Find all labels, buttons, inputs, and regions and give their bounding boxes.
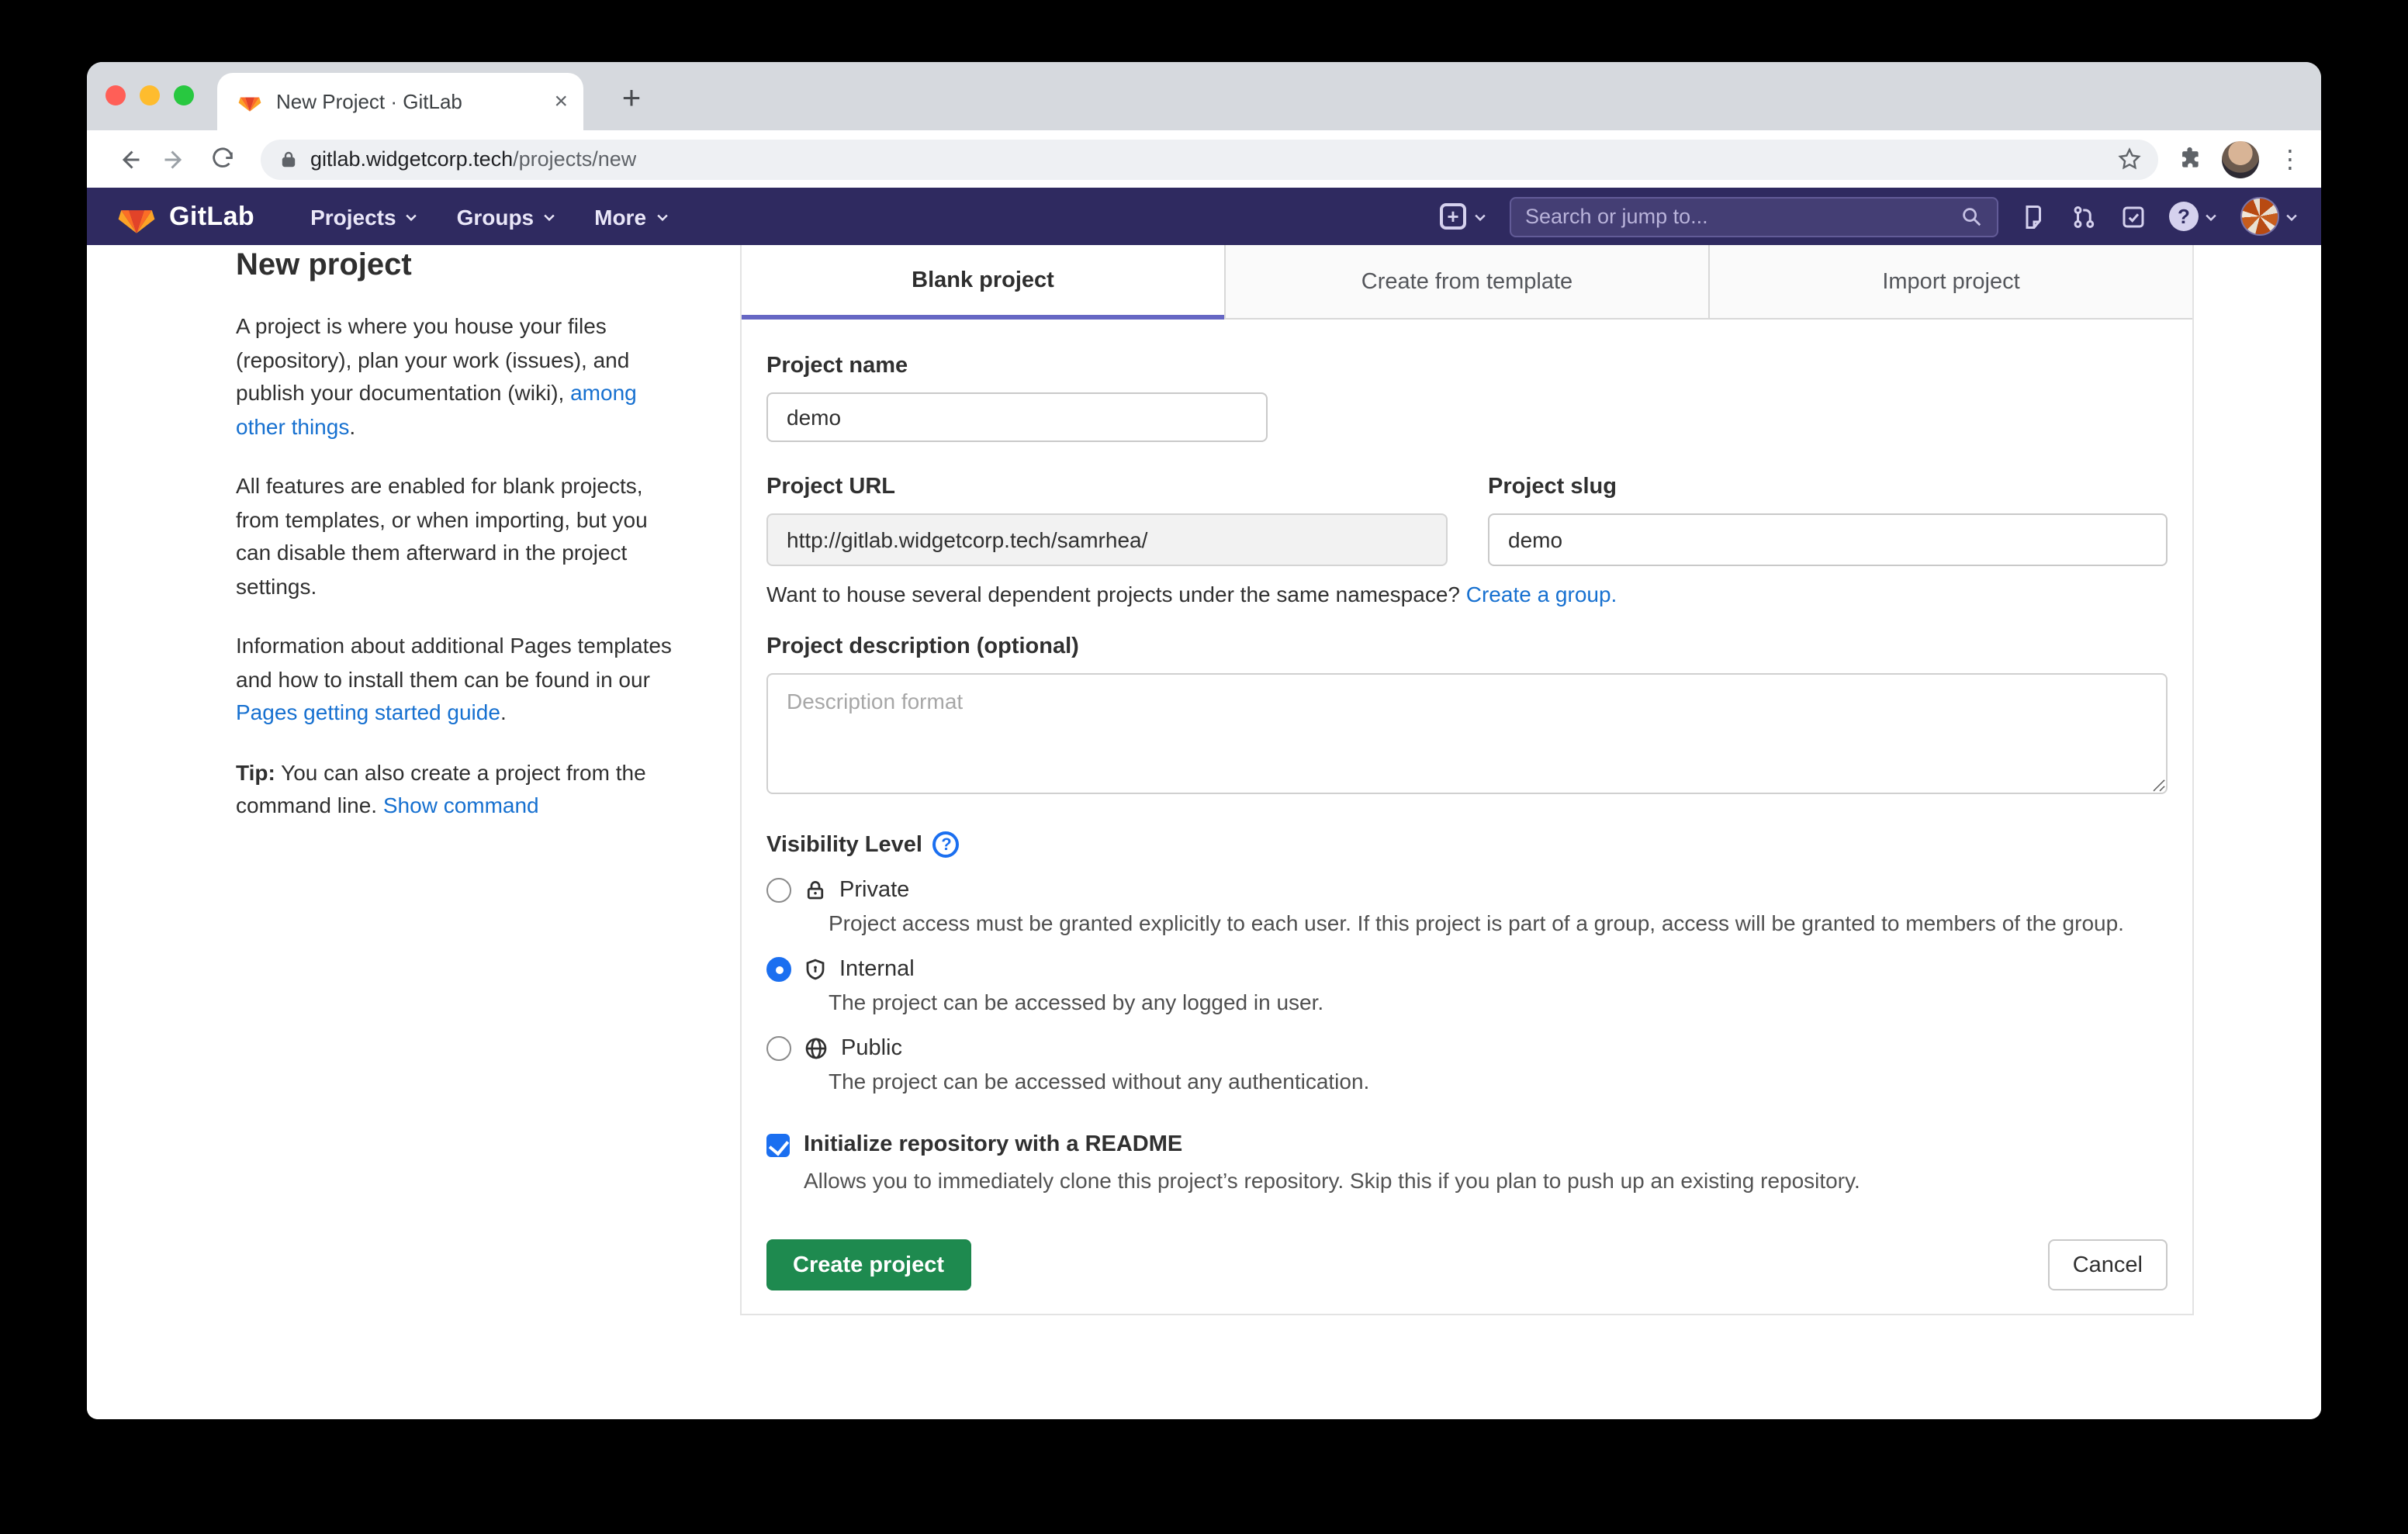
chevron-down-icon	[2203, 209, 2219, 224]
extensions-icon[interactable]	[2177, 146, 2203, 172]
url-text: gitlab.widgetcorp.tech/projects/new	[310, 147, 636, 171]
project-description-textarea[interactable]	[766, 673, 2168, 794]
nav-menu-projects[interactable]: Projects	[295, 192, 435, 241]
page-title: New project	[236, 248, 672, 284]
gitlab-logo[interactable]	[116, 198, 157, 235]
browser-tab-strip: New Project · GitLab × +	[87, 62, 2321, 130]
gitlab-favicon	[237, 90, 262, 113]
visibility-option-private: Private Project access must be granted e…	[766, 878, 2168, 940]
user-avatar	[2240, 197, 2279, 236]
visibility-level-label: Visibility Level	[766, 832, 922, 857]
lock-icon	[279, 148, 298, 170]
project-url-label: Project URL	[766, 475, 1448, 499]
window-controls[interactable]	[106, 85, 194, 105]
project-name-label: Project name	[766, 354, 2168, 378]
tab-create-from-template[interactable]: Create from template	[1224, 245, 1708, 320]
url-path: /projects/new	[513, 147, 636, 171]
internal-radio[interactable]	[766, 957, 791, 982]
show-command-link[interactable]: Show command	[383, 793, 539, 817]
sidebar-explainer: New project A project is where you house…	[236, 248, 672, 849]
browser-menu-icon[interactable]: ⋮	[2278, 143, 2302, 174]
refresh-button[interactable]	[202, 146, 242, 172]
gitlab-navbar: GitLab Projects Groups More +	[87, 188, 2321, 245]
refresh-icon	[209, 146, 235, 172]
search-icon	[1960, 205, 1983, 228]
nav-menu-groups[interactable]: Groups	[441, 192, 573, 241]
private-radio[interactable]	[766, 878, 791, 903]
search-input[interactable]	[1525, 205, 1947, 228]
sidebar-paragraph: A project is where you house your files …	[236, 310, 672, 444]
chevron-down-icon	[404, 209, 420, 224]
namespace-helper: Want to house several dependent projects…	[766, 582, 2168, 606]
forward-button[interactable]	[155, 145, 195, 173]
plus-icon: +	[1440, 203, 1466, 230]
browser-tab[interactable]: New Project · GitLab ×	[217, 73, 583, 130]
browser-profile-avatar[interactable]	[2222, 140, 2259, 178]
close-window-button[interactable]	[106, 85, 126, 105]
zoom-window-button[interactable]	[174, 85, 194, 105]
page-content: New project A project is where you house…	[87, 245, 2321, 1419]
visibility-option-internal: Internal The project can be accessed by …	[766, 957, 2168, 1019]
readme-section: Initialize repository with a README Allo…	[766, 1132, 2168, 1193]
pages-guide-link[interactable]: Pages getting started guide	[236, 700, 500, 724]
project-slug-input[interactable]	[1488, 513, 2168, 566]
create-group-link[interactable]: Create a group.	[1466, 582, 1617, 606]
tab-close-icon[interactable]: ×	[554, 88, 568, 115]
url-host: gitlab.widgetcorp.tech	[310, 147, 513, 171]
new-project-panel: Blank project Create from template Impor…	[740, 245, 2194, 1315]
browser-toolbar: gitlab.widgetcorp.tech/projects/new ⋮	[87, 130, 2321, 188]
back-button[interactable]	[109, 145, 149, 173]
sidebar-tip: Tip: You can also create a project from …	[236, 756, 672, 823]
minimize-window-button[interactable]	[140, 85, 160, 105]
forward-icon	[161, 145, 189, 173]
project-description-label: Project description (optional)	[766, 634, 2168, 659]
shield-icon	[804, 957, 827, 982]
todos-icon[interactable]	[2119, 202, 2147, 230]
readme-label: Initialize repository with a README	[804, 1132, 1182, 1157]
tab-title: New Project · GitLab	[276, 90, 554, 113]
cancel-button[interactable]: Cancel	[2048, 1239, 2168, 1290]
visibility-option-public: Public The project can be accessed witho…	[766, 1036, 2168, 1098]
chevron-down-icon	[2284, 209, 2299, 224]
lock-icon	[804, 878, 827, 903]
project-type-tabs: Blank project Create from template Impor…	[742, 245, 2192, 320]
tab-import-project[interactable]: Import project	[1708, 245, 2192, 320]
tab-blank-project[interactable]: Blank project	[742, 245, 1224, 320]
back-icon	[115, 145, 143, 173]
sidebar-paragraph: Information about additional Pages templ…	[236, 630, 672, 730]
chevron-down-icon	[654, 209, 669, 224]
issues-icon[interactable]	[2020, 202, 2048, 230]
user-menu-button[interactable]	[2240, 197, 2299, 236]
chevron-down-icon	[541, 209, 557, 224]
gitlab-wordmark[interactable]: GitLab	[169, 201, 254, 232]
bookmark-star-icon[interactable]	[2116, 146, 2143, 172]
help-menu-button[interactable]: ?	[2169, 202, 2219, 231]
new-tab-button[interactable]: +	[607, 74, 656, 124]
browser-window: New Project · GitLab × + gitlab.widgetco…	[87, 62, 2321, 1419]
project-name-input[interactable]	[766, 392, 1268, 442]
readme-desc: Allows you to immediately clone this pro…	[804, 1168, 2168, 1193]
merge-request-icon[interactable]	[2070, 202, 2098, 230]
project-url-input[interactable]	[766, 513, 1448, 566]
screen: New Project · GitLab × + gitlab.widgetco…	[0, 0, 2408, 1534]
globe-icon	[804, 1036, 829, 1061]
help-icon: ?	[2169, 202, 2199, 231]
project-slug-label: Project slug	[1488, 475, 2168, 499]
create-project-button[interactable]: Create project	[766, 1239, 970, 1290]
readme-checkbox[interactable]	[766, 1133, 790, 1156]
visibility-help-icon[interactable]: ?	[933, 831, 960, 858]
global-search[interactable]	[1510, 196, 1998, 237]
address-bar[interactable]: gitlab.widgetcorp.tech/projects/new	[261, 139, 2158, 179]
new-menu-button[interactable]: +	[1440, 203, 1488, 230]
chevron-down-icon	[1472, 209, 1488, 224]
public-radio[interactable]	[766, 1036, 791, 1061]
sidebar-paragraph: All features are enabled for blank proje…	[236, 470, 672, 603]
nav-menu-more[interactable]: More	[579, 192, 685, 241]
